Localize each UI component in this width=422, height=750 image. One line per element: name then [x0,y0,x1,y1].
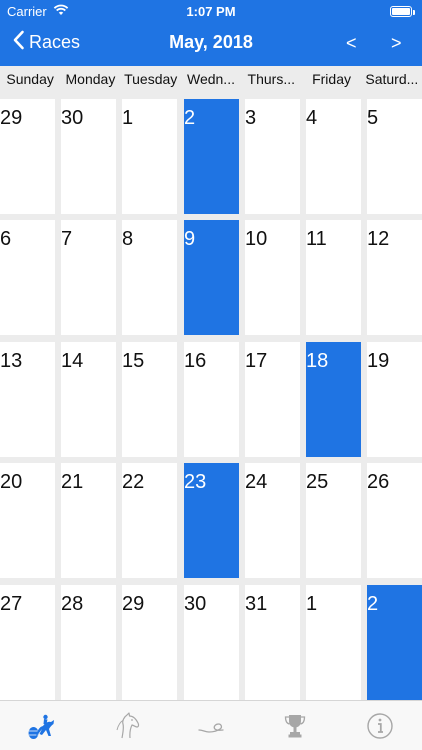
day-number: 11 [306,228,327,250]
day-number: 26 [367,471,390,493]
tab-bar [0,700,422,750]
day-number: 8 [122,228,134,250]
day-number: 12 [367,228,390,250]
day-number: 3 [245,107,257,129]
day-cell[interactable]: 11 [306,220,361,335]
day-cell[interactable]: 18 [306,342,361,457]
tab-barrel-racing[interactable] [12,707,72,745]
day-number: 22 [122,471,145,493]
horse-head-icon [116,711,139,738]
day-number: 16 [184,350,207,372]
trophy-icon [285,714,306,737]
tab-results[interactable] [265,707,325,745]
day-number: 14 [61,350,84,372]
day-cell[interactable]: 29 [0,99,55,214]
day-cell[interactable]: 19 [367,342,422,457]
day-cell[interactable]: 6 [0,220,55,335]
day-number: 7 [61,228,73,250]
rope-icon [198,722,224,733]
next-month-button[interactable]: > [391,33,402,54]
day-cell[interactable]: 27 [0,585,55,700]
day-cell[interactable]: 8 [122,220,177,335]
day-number: 21 [61,471,84,493]
day-number: 25 [306,471,329,493]
info-icon [367,712,393,739]
day-number: 4 [306,107,318,129]
day-cell[interactable]: 20 [0,463,55,578]
day-cell[interactable]: 12 [367,220,422,335]
day-number: 2 [367,593,379,615]
day-cell[interactable]: 28 [61,585,116,700]
day-number: 9 [184,228,196,250]
day-number: 20 [0,471,23,493]
day-cell[interactable]: 25 [306,463,361,578]
day-cell[interactable]: 17 [245,342,300,457]
day-number: 29 [0,107,23,129]
day-number: 19 [367,350,390,372]
day-cell[interactable]: 2 [184,99,239,214]
day-cell[interactable]: 3 [245,99,300,214]
day-number: 15 [122,350,145,372]
day-cell[interactable]: 21 [61,463,116,578]
calendar-grid: 29 30 1 2 3 4 5 6 7 8 9 10 11 12 13 14 15 16 17 18 19 20 21 22 2… [0,91,422,700]
status-bar: Carrier 1:07 PM [0,0,422,22]
day-number: 6 [0,228,12,250]
day-number: 30 [61,107,84,129]
day-number: 31 [245,593,268,615]
status-time: 1:07 PM [186,4,236,19]
day-number: 30 [184,593,207,615]
day-cell[interactable]: 7 [61,220,116,335]
day-number: 18 [306,350,329,372]
tab-rope[interactable] [181,707,241,745]
weekday-label: Tuesday [124,70,178,87]
day-number: 5 [367,107,379,129]
day-cell[interactable]: 1 [122,99,177,214]
day-cell[interactable]: 9 [184,220,239,335]
day-cell[interactable]: 14 [61,342,116,457]
day-number: 27 [0,593,23,615]
day-cell[interactable]: 30 [184,585,239,700]
day-number: 1 [306,593,318,615]
day-number: 24 [245,471,268,493]
weekday-label: Monday [65,70,116,87]
weekday-label: Thurs... [247,70,295,87]
day-number: 29 [122,593,145,615]
day-number: 13 [0,350,23,372]
weekday-label: Sunday [6,70,54,87]
day-number: 1 [122,107,134,129]
barrel-racer-icon [28,714,55,739]
day-cell[interactable]: 10 [245,220,300,335]
day-number: 17 [245,350,268,372]
day-cell[interactable]: 4 [306,99,361,214]
page-title: May, 2018 [169,32,253,52]
nav-bar: Races May, 2018 < > [0,22,422,66]
day-cell[interactable]: 2 [367,585,422,700]
day-cell[interactable]: 13 [0,342,55,457]
day-cell[interactable]: 31 [245,585,300,700]
day-cell[interactable]: 1 [306,585,361,700]
tab-horses[interactable] [97,707,157,745]
battery-icon [390,6,415,17]
day-cell[interactable]: 23 [184,463,239,578]
day-cell[interactable]: 26 [367,463,422,578]
day-cell[interactable]: 30 [61,99,116,214]
day-cell[interactable]: 16 [184,342,239,457]
weekday-header: Sunday Monday Tuesday Wedn... Thurs... Friday… [0,66,422,91]
weekday-label: Friday [312,70,351,87]
day-number: 23 [184,471,207,493]
header: Carrier 1:07 PM Races May, 2018 < > [0,0,422,66]
day-cell[interactable]: 22 [122,463,177,578]
day-number: 28 [61,593,84,615]
day-number: 2 [184,107,196,129]
tab-info[interactable] [350,707,410,745]
day-cell[interactable]: 29 [122,585,177,700]
weekday-label: Wedn... [186,70,235,87]
day-cell[interactable]: 15 [122,342,177,457]
day-number: 10 [245,228,268,250]
day-cell[interactable]: 5 [367,99,422,214]
weekday-label: Saturd... [365,70,419,87]
prev-month-button[interactable]: < [346,33,357,54]
day-cell[interactable]: 24 [245,463,300,578]
